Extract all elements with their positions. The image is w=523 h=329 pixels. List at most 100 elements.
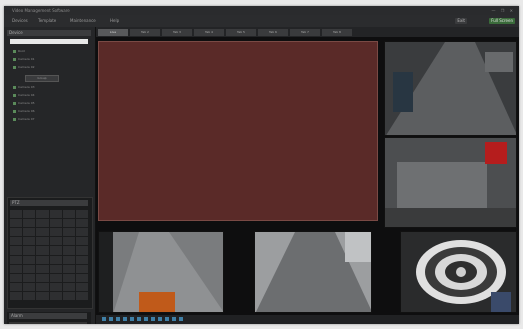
ptz-preset-cell[interactable] [36,219,49,228]
ptz-preset-cell[interactable] [10,237,23,246]
ptz-preset-cell[interactable] [75,237,88,246]
tab-8[interactable]: Tab 8 [322,29,352,36]
ptz-preset-cell[interactable] [49,219,62,228]
video-tile-bottom-center[interactable] [254,231,372,313]
layout-4x4-icon[interactable] [123,317,127,321]
menu-help[interactable]: Help [110,15,119,27]
ptz-preset-cell[interactable] [62,219,75,228]
ptz-preset-cell[interactable] [23,228,36,237]
group-button[interactable]: Group [25,75,59,82]
exit-button[interactable]: Exit [455,18,467,24]
tree-item[interactable]: Camera 06 [13,109,35,114]
tab-live[interactable]: Live [98,29,128,36]
ptz-preset-cell[interactable] [62,237,75,246]
ptz-preset-cell[interactable] [10,282,23,291]
ptz-preset-cell[interactable] [75,273,88,282]
tree-item[interactable]: Camera 02 [13,65,35,70]
ptz-preset-cell[interactable] [23,237,36,246]
ptz-preset-cell[interactable] [10,291,23,300]
tab-4[interactable]: Tab 4 [194,29,224,36]
ptz-preset-cell[interactable] [75,219,88,228]
ptz-preset-cell[interactable] [62,210,75,219]
ptz-preset-cell[interactable] [75,255,88,264]
record-icon[interactable] [137,317,141,321]
ptz-preset-cell[interactable] [23,246,36,255]
ptz-preset-cell[interactable] [49,255,62,264]
device-search-input[interactable] [10,39,88,44]
ptz-preset-cell[interactable] [75,264,88,273]
ptz-preset-cell[interactable] [10,228,23,237]
ptz-preset-cell[interactable] [49,246,62,255]
video-tile-bottom-left[interactable] [98,231,224,313]
ptz-preset-cell[interactable] [75,228,88,237]
ptz-preset-cell[interactable] [49,291,62,300]
ptz-preset-cell[interactable] [36,237,49,246]
ptz-preset-cell[interactable] [10,273,23,282]
ptz-preset-cell[interactable] [36,291,49,300]
alarm-slider[interactable] [9,322,87,324]
tab-3[interactable]: Tab 3 [162,29,192,36]
tab-2[interactable]: Tab 2 [130,29,160,36]
playback-icon[interactable] [151,317,155,321]
ptz-preset-cell[interactable] [49,228,62,237]
ptz-preset-cell[interactable] [10,264,23,273]
ptz-preset-cell[interactable] [36,273,49,282]
ptz-preset-cell[interactable] [10,246,23,255]
ptz-preset-cell[interactable] [49,210,62,219]
ptz-preset-cell[interactable] [10,219,23,228]
tree-item[interactable]: Camera 01 [13,57,35,62]
menu-template[interactable]: Template [38,15,56,27]
ptz-preset-cell[interactable] [75,246,88,255]
ptz-preset-cell[interactable] [36,246,49,255]
video-tile-bottom-right[interactable] [400,231,517,313]
stop-icon[interactable] [158,317,162,321]
fullscreen-button[interactable]: Full Screen [489,18,515,24]
tree-item[interactable]: Camera 03 [13,85,35,90]
ptz-preset-cell[interactable] [49,237,62,246]
ptz-preset-cell[interactable] [75,282,88,291]
video-tile-right-middle[interactable] [384,137,517,228]
selected-video-tile[interactable] [98,41,378,221]
snapshot-icon[interactable] [144,317,148,321]
ptz-preset-cell[interactable] [49,282,62,291]
ptz-preset-cell[interactable] [23,219,36,228]
ptz-preset-cell[interactable] [10,210,23,219]
ptz-preset-cell[interactable] [36,210,49,219]
tab-5[interactable]: Tab 5 [226,29,256,36]
ptz-preset-cell[interactable] [36,282,49,291]
layout-3x3-icon[interactable] [116,317,120,321]
layout-1x1-icon[interactable] [102,317,106,321]
video-tile-right-top[interactable] [384,41,517,136]
ptz-preset-cell[interactable] [23,282,36,291]
settings-icon[interactable] [179,317,183,321]
volume-icon[interactable] [165,317,169,321]
layout-custom-icon[interactable] [130,317,134,321]
ptz-preset-cell[interactable] [75,291,88,300]
ptz-preset-cell[interactable] [75,210,88,219]
ptz-preset-cell[interactable] [62,291,75,300]
ptz-preset-cell[interactable] [36,228,49,237]
tree-item[interactable]: Camera 05 [13,101,35,106]
ptz-preset-cell[interactable] [36,255,49,264]
ptz-preset-cell[interactable] [23,291,36,300]
fullscreen-icon[interactable] [172,317,176,321]
ptz-preset-cell[interactable] [49,264,62,273]
ptz-preset-cell[interactable] [10,255,23,264]
tab-6[interactable]: Tab 6 [258,29,288,36]
ptz-preset-cell[interactable] [23,264,36,273]
tree-item[interactable]: Camera 04 [13,93,35,98]
ptz-preset-cell[interactable] [23,210,36,219]
layout-2x2-icon[interactable] [109,317,113,321]
ptz-preset-cell[interactable] [23,255,36,264]
window-controls[interactable]: — ❐ ✕ [492,6,515,15]
ptz-preset-cell[interactable] [49,273,62,282]
ptz-preset-cell[interactable] [62,282,75,291]
menu-devices[interactable]: Devices [12,15,28,27]
tab-7[interactable]: Tab 7 [290,29,320,36]
ptz-preset-cell[interactable] [62,264,75,273]
ptz-preset-cell[interactable] [62,273,75,282]
tree-item[interactable]: Camera 07 [13,117,35,122]
ptz-preset-cell[interactable] [36,264,49,273]
tree-item[interactable]: Root [13,49,25,54]
ptz-preset-cell[interactable] [23,273,36,282]
